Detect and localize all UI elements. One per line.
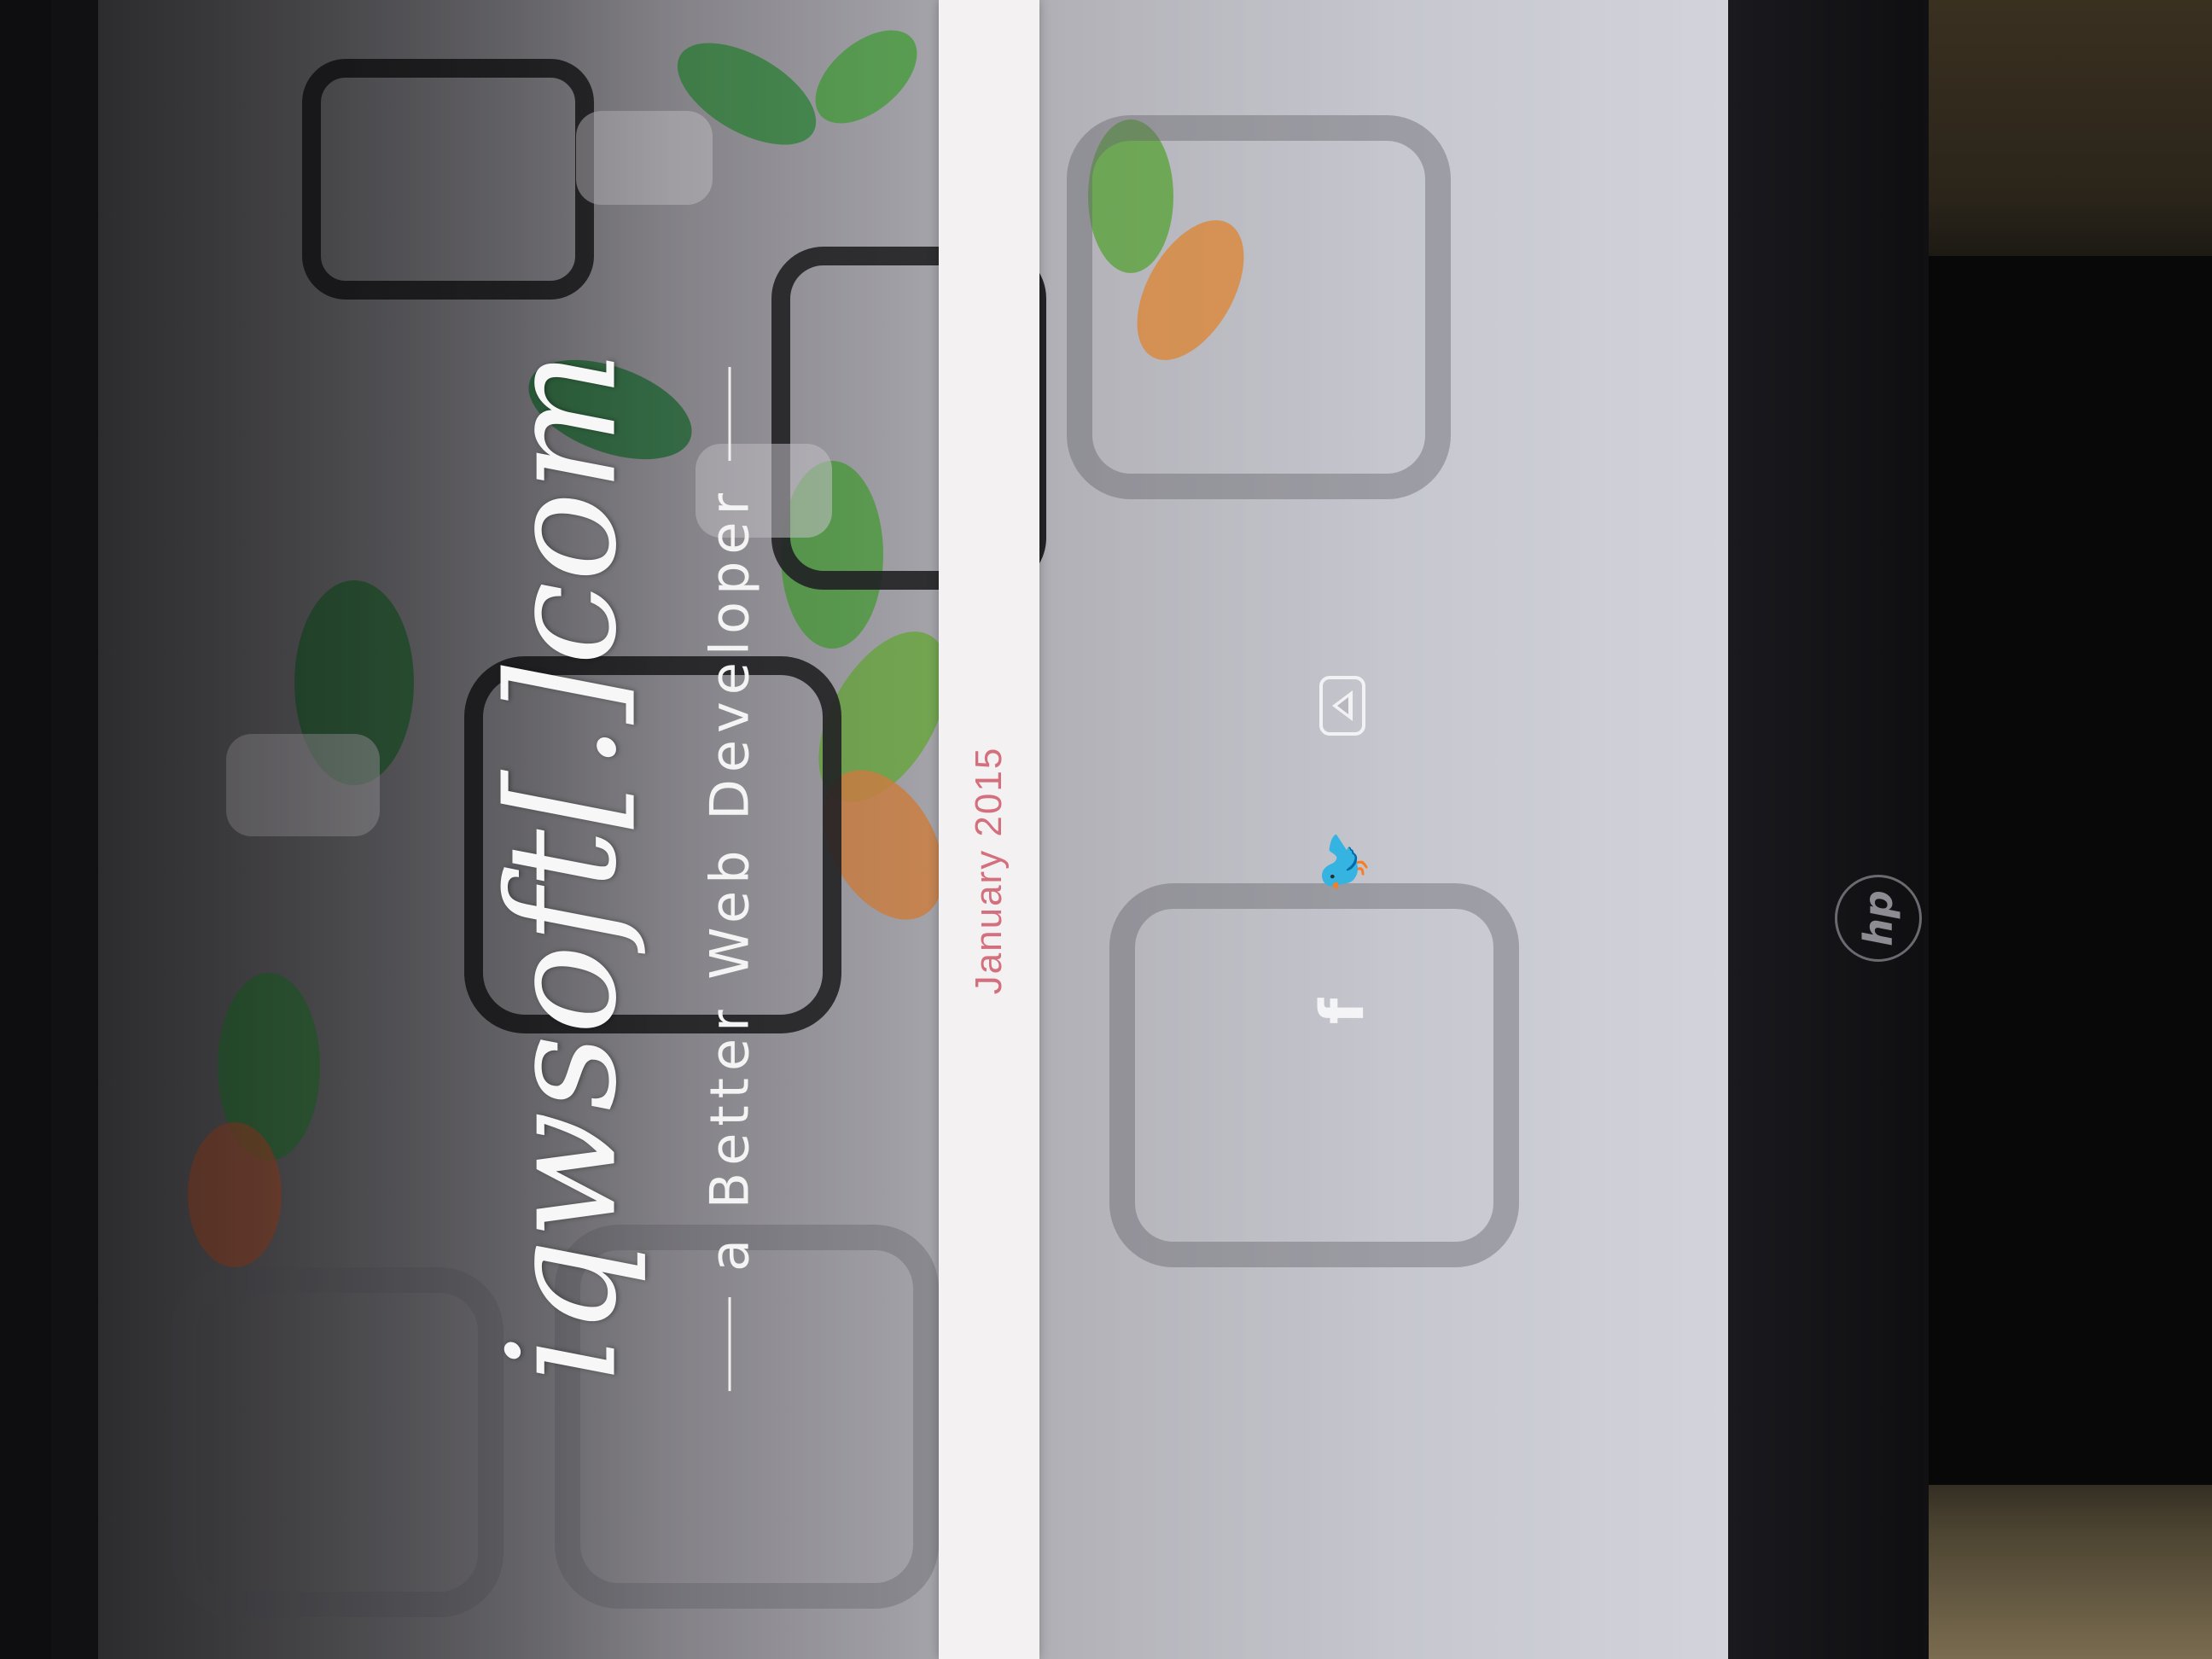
monitor-screen: iqwsoft[.]com a Better Web Developer Jan…: [98, 0, 1728, 1659]
tagline-rule-right: [728, 366, 731, 461]
twitter-icon[interactable]: 🐦: [1313, 830, 1372, 894]
social-links: 🐦 f: [1304, 666, 1381, 1067]
desk-shadow: [1912, 256, 2212, 1485]
tagline-rule-left: [728, 1297, 731, 1392]
tagline-text: a Better Web Developer: [698, 486, 761, 1272]
site-logo[interactable]: iqwsoft[.]com: [477, 350, 650, 1382]
hp-logo-icon: hp: [1835, 875, 1922, 962]
photo-of-monitor: iqwsoft[.]com a Better Web Developer Jan…: [0, 0, 2212, 1659]
monitor-bezel-bottom: [1728, 0, 1924, 1659]
youtube-play-glyph: [1332, 690, 1353, 721]
site-tagline: a Better Web Developer: [698, 366, 761, 1392]
youtube-icon[interactable]: [1319, 676, 1365, 736]
background-illustration: [98, 0, 1519, 1659]
date-label: January 2015: [968, 746, 1010, 995]
facebook-icon[interactable]: f: [1307, 998, 1377, 1024]
